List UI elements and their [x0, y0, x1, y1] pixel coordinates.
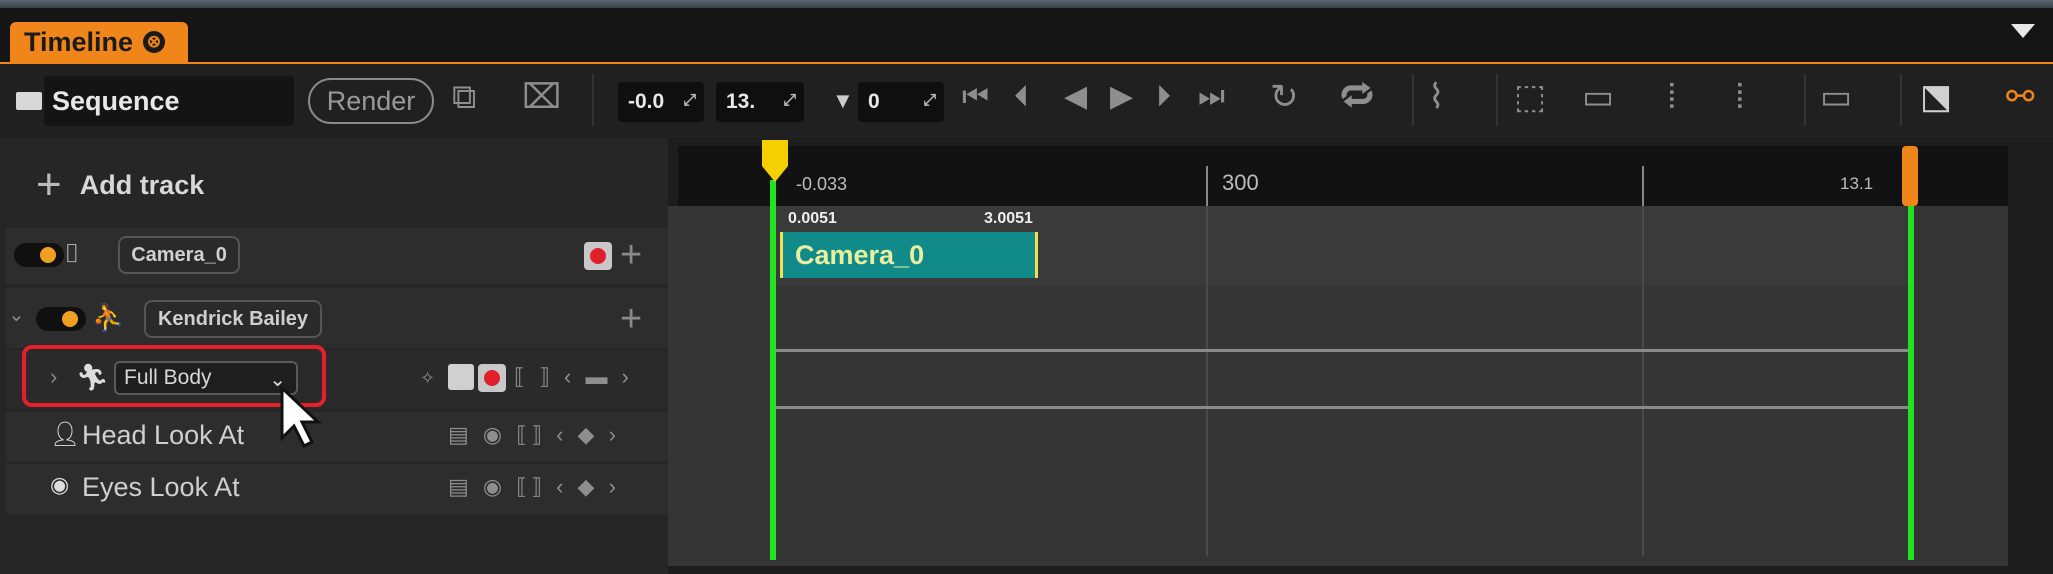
toolbar-separator: [1496, 74, 1498, 126]
head-look-label: Head Look At: [82, 420, 245, 450]
clip-end-label: 3.0051: [984, 210, 1033, 227]
trim-left-icon[interactable]: ⦙: [1668, 80, 1676, 114]
range-end-marker[interactable]: [1908, 206, 1914, 560]
add-subtrack-icon[interactable]: +: [620, 236, 642, 274]
lane-divider: [776, 349, 1908, 352]
chevron-down-icon[interactable]: ⌄: [8, 302, 25, 327]
grid-line: [1206, 206, 1208, 556]
add-track-button[interactable]: + Add track: [36, 160, 204, 210]
record-button[interactable]: [478, 364, 506, 392]
link-icon[interactable]: ⚯: [2006, 80, 2035, 114]
zoom-range-icon[interactable]: ▭: [1582, 80, 1614, 114]
filter-value: 0: [868, 90, 880, 113]
toolbar-separator: [1900, 74, 1902, 126]
tab-timeline[interactable]: Timeline ⊗: [10, 22, 188, 62]
toolbar-separator: [592, 74, 594, 126]
skip-to-end-icon[interactable]: ⏭: [1198, 82, 1225, 112]
eye-icon: ◉: [50, 472, 70, 497]
sequence-selector[interactable]: Sequence: [44, 76, 294, 126]
camera-clip-label: Camera_0: [795, 239, 925, 270]
track-toggle[interactable]: [36, 307, 86, 331]
range-start-marker[interactable]: [770, 180, 776, 560]
ruler-start-label: -0.033: [796, 174, 848, 194]
expand-icon: ⤢: [923, 92, 936, 109]
character-track-name[interactable]: Kendrick Bailey: [144, 300, 322, 338]
eyes-look-label: Eyes Look At: [82, 472, 240, 502]
window-top-strip: [0, 0, 2053, 8]
ruler-tick: [1206, 166, 1208, 206]
sparkle-icon[interactable]: ✧: [420, 368, 435, 389]
track-tool-icons[interactable]: ▤ ◉ ⟦⟧ ‹ ◆ ›: [448, 422, 620, 448]
close-icon[interactable]: ⊗: [143, 31, 166, 53]
camera-clip[interactable]: Camera_0: [780, 232, 1038, 278]
track-view-icon[interactable]: ▭: [1820, 80, 1852, 114]
grid-line: [1642, 206, 1644, 556]
start-time-value: -0.0: [628, 90, 665, 113]
sequence-label: Sequence: [52, 85, 180, 116]
add-subtrack-icon[interactable]: +: [620, 300, 642, 338]
character-track-label: Kendrick Bailey: [157, 307, 309, 330]
character-icon: ⛹: [92, 302, 125, 332]
end-range-handle[interactable]: [1902, 146, 1918, 206]
ruler-tick: [1642, 166, 1644, 206]
loop-icon[interactable]: 🔁︎: [1340, 80, 1374, 114]
render-label: Render: [326, 85, 416, 116]
camera-track-label: Camera_0: [131, 243, 227, 266]
export-frame-icon[interactable]: ⧉: [452, 80, 476, 114]
camera-lock-icon[interactable]: ⌧: [522, 80, 561, 114]
loop-once-icon[interactable]: ↻: [1270, 80, 1299, 114]
play-icon[interactable]: ▶: [1110, 82, 1133, 112]
time-ruler[interactable]: [678, 146, 2008, 206]
curve-editor-icon[interactable]: ⌇: [1428, 80, 1445, 114]
camera-icon: ⌷: [64, 238, 80, 268]
track-tool-icons[interactable]: ▤ ◉ ⟦⟧ ‹ ◆ ›: [448, 474, 620, 500]
mouse-cursor-icon: [280, 386, 322, 449]
step-forward-icon[interactable]: ⏵: [1156, 82, 1171, 112]
render-button[interactable]: Render: [308, 78, 434, 124]
tab-bar: [0, 8, 2053, 62]
film-icon[interactable]: [448, 364, 474, 390]
expand-icon: ⤢: [683, 92, 696, 109]
toolbar-separator: [1804, 74, 1806, 126]
track-row-camera[interactable]: [6, 228, 668, 284]
track-toggle[interactable]: [14, 243, 64, 267]
playhead-pointer: [762, 166, 788, 182]
keyframe-nav-icons[interactable]: ⟦ ⟧ ‹ ▬ ›: [514, 364, 633, 390]
record-button[interactable]: [584, 242, 612, 270]
end-time-value: 13.: [726, 90, 756, 113]
play-reverse-icon[interactable]: ◀: [1064, 82, 1087, 112]
playhead-handle[interactable]: [762, 140, 788, 166]
zoom-selection-icon[interactable]: ⬚: [1514, 80, 1546, 114]
panel-menu-icon[interactable]: [2011, 24, 2035, 38]
tab-title: Timeline: [24, 26, 134, 57]
filter-field[interactable]: 0 ⤢: [858, 82, 944, 122]
end-time-field[interactable]: 13. ⤢: [716, 82, 804, 122]
toolbar-separator: [1412, 74, 1414, 126]
lane-divider: [776, 406, 1908, 409]
ruler-mid-label: 300: [1222, 170, 1259, 195]
add-track-label: Add track: [79, 169, 205, 200]
plus-icon: +: [36, 160, 62, 209]
sequence-icon: [16, 92, 42, 110]
skip-to-start-icon[interactable]: ⏮: [962, 82, 989, 112]
camera-track-name[interactable]: Camera_0: [118, 236, 240, 274]
clip-start-label: 0.0051: [788, 210, 837, 227]
range-icon[interactable]: ⬔: [1920, 80, 1952, 114]
person-icon: 👤︎: [50, 421, 81, 448]
filter-icon: ▼: [832, 88, 854, 113]
step-back-icon[interactable]: ⏴: [1014, 82, 1029, 112]
trim-right-icon[interactable]: ⦙: [1736, 80, 1744, 114]
ruler-end-label: 13.1: [1840, 174, 1874, 193]
start-time-field[interactable]: -0.0 ⤢: [618, 82, 704, 122]
expand-icon: ⤢: [783, 92, 796, 109]
